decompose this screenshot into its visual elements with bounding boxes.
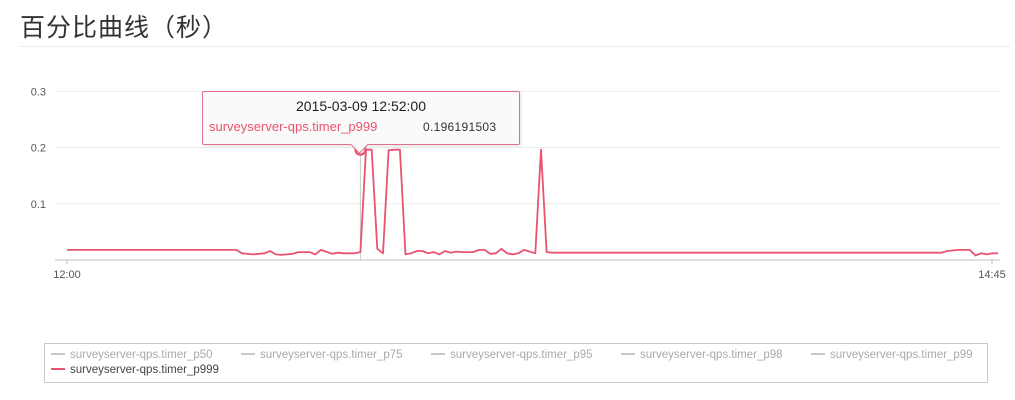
- legend-item-p95[interactable]: surveyserver-qps.timer_p95: [431, 349, 593, 361]
- title-divider: [20, 46, 1010, 47]
- legend-swatch: [811, 352, 825, 355]
- legend-item-p99[interactable]: surveyserver-qps.timer_p99: [811, 349, 973, 361]
- legend-item-p50[interactable]: surveyserver-qps.timer_p50: [51, 349, 213, 361]
- series-line-p999: [67, 148, 998, 257]
- legend-swatch: [241, 352, 255, 355]
- legend-swatch: [621, 352, 635, 355]
- legend-swatch: [51, 367, 65, 370]
- legend-item-p999[interactable]: surveyserver-qps.timer_p999: [51, 364, 219, 376]
- tooltip-date: 2015-03-09 12:52:00: [296, 98, 426, 114]
- legend-label: surveyserver-qps.timer_p98: [640, 349, 783, 361]
- legend-label: surveyserver-qps.timer_p75: [260, 349, 403, 361]
- y-tick-label: 0.2: [31, 143, 46, 155]
- legend-swatch: [431, 352, 445, 355]
- chart-tooltip: 2015-03-09 12:52:00 surveyserver-qps.tim…: [202, 91, 520, 154]
- legend-label: surveyserver-qps.timer_p999: [70, 364, 219, 376]
- legend-swatch: [51, 352, 65, 355]
- tooltip-series-name: surveyserver-qps.timer_p999: [209, 119, 378, 134]
- x-tick-label: 14:45: [978, 269, 1006, 281]
- legend-item-p75[interactable]: surveyserver-qps.timer_p75: [241, 349, 403, 361]
- chart-legend: surveyserver-qps.timer_p50 surveyserver-…: [44, 343, 988, 383]
- legend-label: surveyserver-qps.timer_p50: [70, 349, 213, 361]
- y-tick-label: 0.1: [31, 199, 46, 211]
- legend-item-p98[interactable]: surveyserver-qps.timer_p98: [621, 349, 783, 361]
- legend-label: surveyserver-qps.timer_p95: [450, 349, 593, 361]
- legend-label: surveyserver-qps.timer_p99: [830, 349, 973, 361]
- x-tick-label: 12:00: [53, 269, 81, 281]
- page-title: 百分比曲线（秒）: [20, 13, 229, 42]
- y-tick-label: 0.3: [31, 86, 46, 98]
- tooltip-value: 0.196191503: [423, 120, 497, 134]
